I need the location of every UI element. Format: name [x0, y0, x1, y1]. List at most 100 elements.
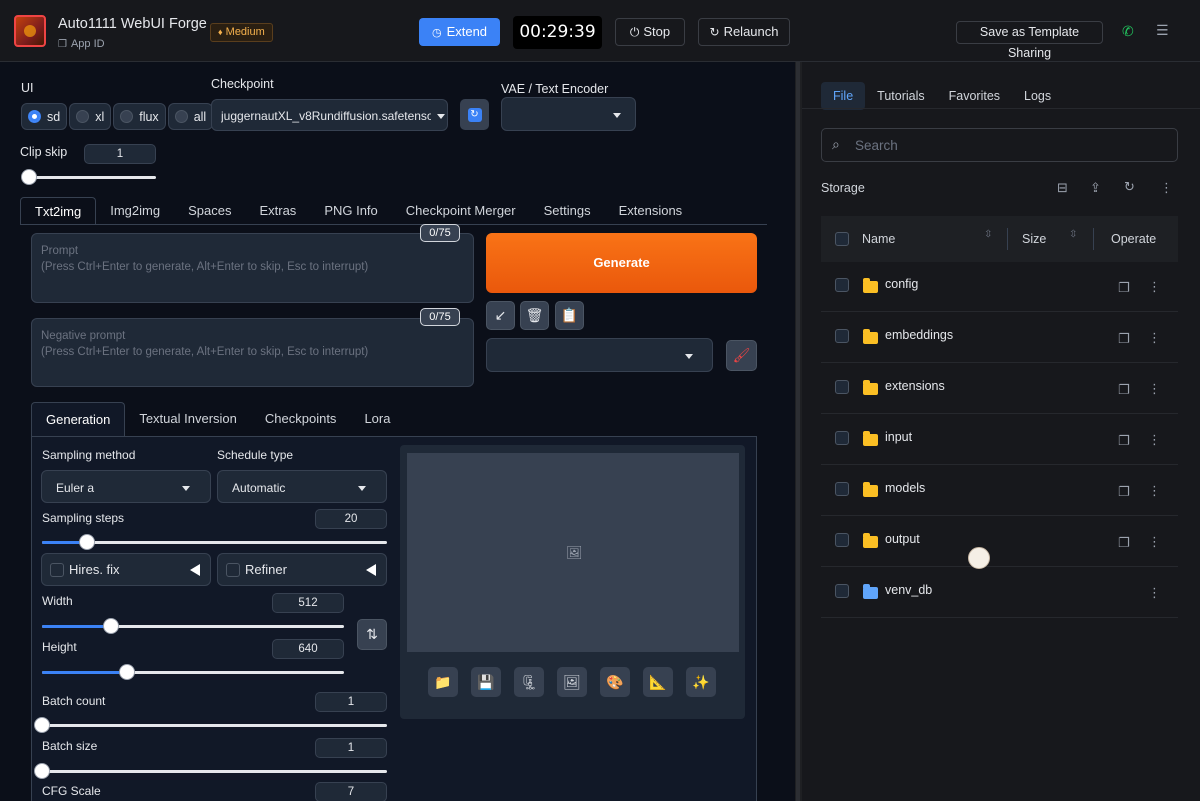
sort-icon[interactable]: ⇳	[984, 229, 992, 240]
file-name[interactable]: extensions	[885, 379, 945, 393]
whatsapp-icon[interactable]: ✆	[1122, 23, 1134, 40]
row-checkbox[interactable]	[835, 380, 849, 394]
batch-count-thumb[interactable]	[34, 717, 50, 733]
brush-icon[interactable]: 🖌	[726, 340, 757, 371]
clip-skip-slider[interactable]	[28, 176, 156, 179]
vae-select[interactable]	[501, 97, 636, 131]
app-id-link[interactable]: ❐ App ID	[58, 38, 105, 50]
more-vertical-icon[interactable]: ⋮	[1148, 381, 1161, 397]
batch-size-thumb[interactable]	[34, 763, 50, 779]
batch-count-input[interactable]: 1	[315, 692, 387, 712]
stop-button[interactable]: ⏻ Stop	[615, 18, 685, 46]
file-search-input[interactable]: ⌕ Search	[821, 128, 1178, 162]
tab-extras[interactable]: Extras	[245, 197, 310, 225]
tab-settings[interactable]: Settings	[530, 197, 605, 225]
file-row[interactable]: input ❐ ⋮	[821, 415, 1178, 465]
copy-icon[interactable]: ❐	[1118, 484, 1130, 500]
row-checkbox[interactable]	[835, 584, 849, 598]
copy-icon[interactable]: ❐	[1118, 535, 1130, 551]
refresh-icon[interactable]: ↻	[1124, 179, 1135, 195]
checkpoint-select[interactable]: juggernautXL_v8Rundiffusion.safetensors	[211, 99, 448, 131]
clipboard-icon[interactable]: 📋	[555, 301, 584, 330]
clip-skip-input[interactable]: 1	[84, 144, 156, 164]
batch-size-input[interactable]: 1	[315, 738, 387, 758]
generate-button[interactable]: Generate	[486, 233, 757, 293]
tab-checkpoints[interactable]: Checkpoints	[251, 402, 351, 436]
row-checkbox[interactable]	[835, 431, 849, 445]
file-row[interactable]: extensions ❐ ⋮	[821, 364, 1178, 414]
clip-skip-thumb[interactable]	[21, 169, 37, 185]
refresh-checkpoint-button[interactable]: ↻	[460, 99, 489, 130]
trash-icon[interactable]: 🗑	[520, 301, 549, 330]
file-name[interactable]: venv_db	[885, 583, 932, 597]
sampling-steps-thumb[interactable]	[78, 534, 95, 550]
copy-icon[interactable]: ❐	[1118, 331, 1130, 347]
arrow-icon[interactable]: ↙	[486, 301, 515, 330]
copy-icon[interactable]: ❐	[1118, 433, 1130, 449]
file-row[interactable]: config ❐ ⋮	[821, 262, 1178, 312]
tab-generation[interactable]: Generation	[31, 402, 126, 436]
archive-icon[interactable]: ⊟	[1057, 180, 1068, 196]
file-name[interactable]: embeddings	[885, 328, 953, 342]
hires-fix-checkbox[interactable]	[50, 563, 64, 577]
ui-option-xl[interactable]: xl	[69, 103, 112, 130]
row-checkbox[interactable]	[835, 482, 849, 496]
tab-logs[interactable]: Logs	[1012, 82, 1063, 110]
column-size[interactable]: Size	[1022, 232, 1046, 246]
relaunch-button[interactable]: ↻ Relaunch	[698, 18, 790, 46]
negative-prompt-textarea[interactable]: Negative prompt (Press Ctrl+Enter to gen…	[31, 318, 474, 387]
hires-fix-accordion[interactable]: Hires. fix	[41, 553, 211, 586]
styles-select[interactable]	[486, 338, 713, 372]
save-template-button[interactable]: Save as Template Sharing	[956, 21, 1103, 60]
tab-textual-inversion[interactable]: Textual Inversion	[125, 402, 251, 436]
file-name[interactable]: input	[885, 430, 912, 444]
sampling-steps-input[interactable]: 20	[315, 509, 387, 529]
tab-img2img[interactable]: Img2img	[96, 197, 174, 225]
extend-button[interactable]: ◷ Extend	[419, 18, 500, 46]
file-name[interactable]: models	[885, 481, 925, 495]
sparkles-icon[interactable]: ✨	[686, 667, 716, 697]
menu-list-icon[interactable]: ☰	[1156, 22, 1169, 39]
refiner-checkbox[interactable]	[226, 563, 240, 577]
folder-icon[interactable]: 📁	[428, 667, 458, 697]
tab-checkpoint-merger[interactable]: Checkpoint Merger	[392, 197, 530, 225]
more-vertical-icon[interactable]: ⋮	[1148, 534, 1161, 550]
prompt-textarea[interactable]: Prompt (Press Ctrl+Enter to generate, Al…	[31, 233, 474, 303]
file-row[interactable]: venv_db ⋮	[821, 568, 1178, 618]
refiner-accordion[interactable]: Refiner	[217, 553, 387, 586]
triangle-ruler-icon[interactable]: 📐	[643, 667, 673, 697]
more-vertical-icon[interactable]: ⋮	[1148, 432, 1161, 448]
swap-dimensions-icon[interactable]: ⇅	[357, 619, 387, 650]
more-vertical-icon[interactable]: ⋮	[1148, 330, 1161, 346]
file-name[interactable]: output	[885, 532, 920, 546]
row-checkbox[interactable]	[835, 278, 849, 292]
ui-option-flux[interactable]: flux	[113, 103, 166, 130]
palette-icon[interactable]: 🎨	[600, 667, 630, 697]
copy-icon[interactable]: ❐	[1118, 280, 1130, 296]
cfg-scale-input[interactable]: 7	[315, 782, 387, 801]
width-input[interactable]: 512	[272, 593, 344, 613]
save-icon[interactable]: 💾	[471, 667, 501, 697]
ui-option-all[interactable]: all	[167, 103, 214, 130]
tab-png-info[interactable]: PNG Info	[310, 197, 391, 225]
batch-size-slider[interactable]	[42, 770, 387, 773]
tab-extensions[interactable]: Extensions	[605, 197, 697, 225]
row-checkbox[interactable]	[835, 533, 849, 547]
more-vertical-icon[interactable]: ⋮	[1160, 180, 1173, 196]
select-all-checkbox[interactable]	[835, 232, 849, 246]
send-to-img2img-icon[interactable]: 🖼	[557, 667, 587, 697]
file-row[interactable]: embeddings ❐ ⋮	[821, 313, 1178, 363]
column-name[interactable]: Name	[862, 232, 895, 246]
height-slider[interactable]	[42, 671, 344, 674]
tab-file[interactable]: File	[821, 82, 866, 110]
copy-icon[interactable]: ❐	[1118, 382, 1130, 398]
more-vertical-icon[interactable]: ⋮	[1148, 585, 1161, 601]
tab-lora[interactable]: Lora	[350, 402, 404, 436]
zip-icon[interactable]: 🗜	[514, 667, 544, 697]
height-input[interactable]: 640	[272, 639, 344, 659]
file-row[interactable]: models ❐ ⋮	[821, 466, 1178, 516]
more-vertical-icon[interactable]: ⋮	[1148, 279, 1161, 295]
row-checkbox[interactable]	[835, 329, 849, 343]
tab-favorites[interactable]: Favorites	[937, 82, 1012, 110]
schedule-type-select[interactable]: Automatic	[217, 470, 387, 503]
